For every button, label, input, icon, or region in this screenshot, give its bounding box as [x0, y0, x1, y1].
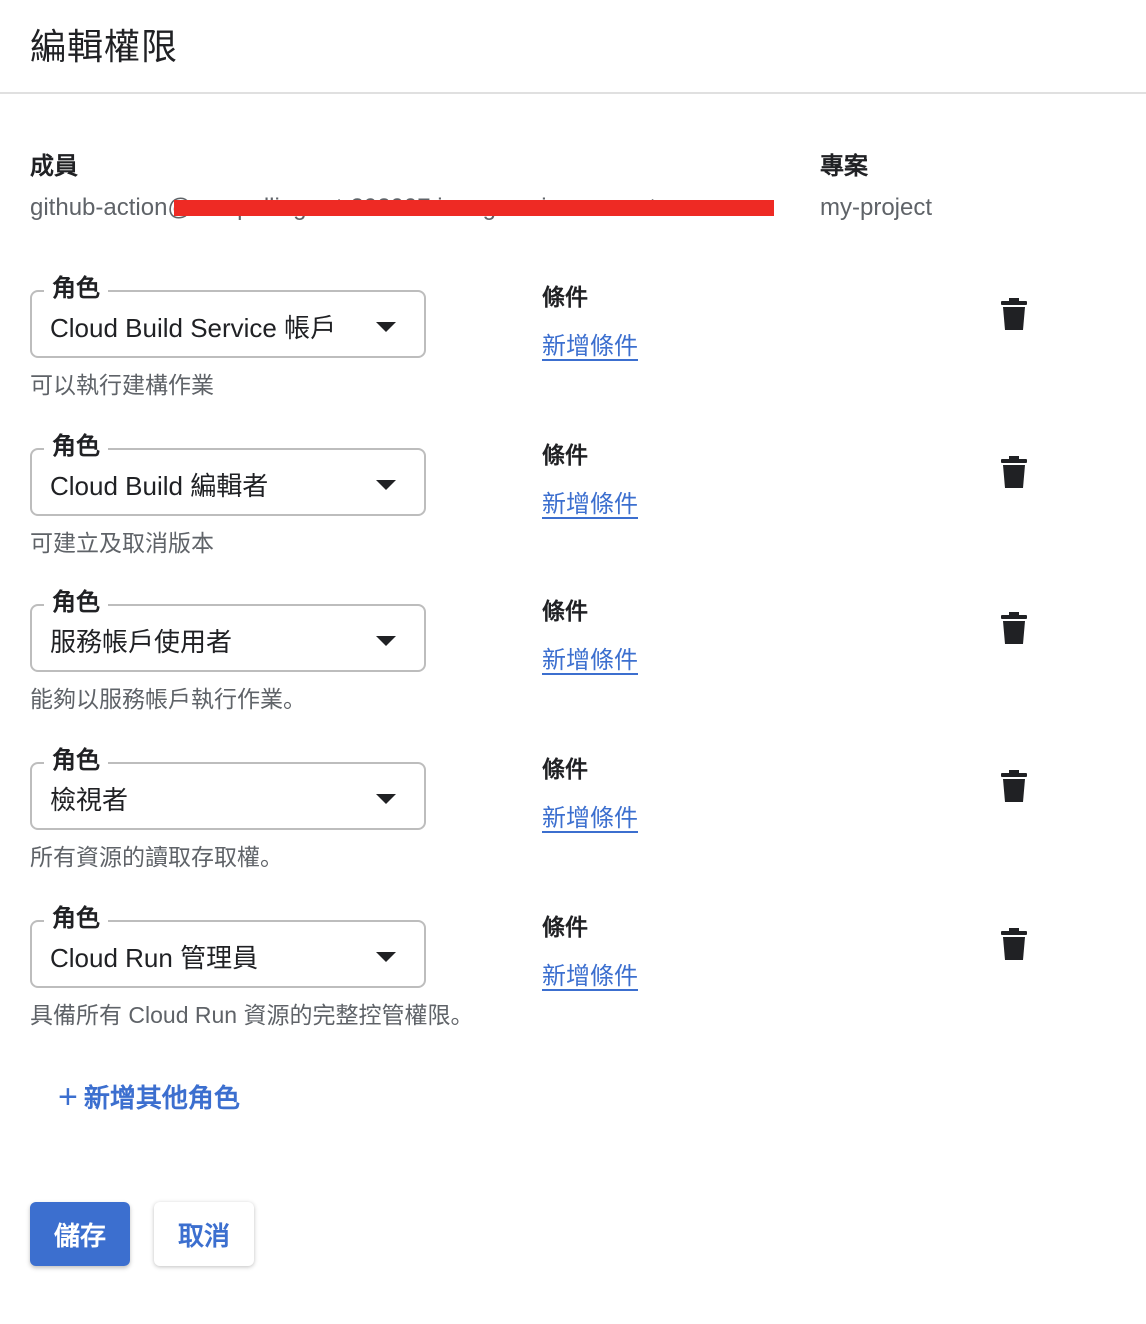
add-role-label: 新增其他角色	[83, 1083, 240, 1113]
condition-label: 條件	[542, 284, 588, 310]
chevron-down-icon	[376, 952, 396, 962]
role-row: 角色 Cloud Run 管理員 具備所有 Cloud Run 資源的完整控管權…	[0, 888, 1146, 1046]
role-select-value: Cloud Build Service 帳戶	[50, 313, 337, 343]
role-select-value: 檢視者	[50, 785, 129, 815]
role-select-value: Cloud Build 編輯者	[50, 471, 269, 501]
project-label: 專案	[820, 153, 868, 180]
trash-icon[interactable]	[1000, 456, 1028, 488]
header-divider	[0, 92, 1146, 94]
chevron-down-icon	[376, 794, 396, 804]
trash-icon[interactable]	[1000, 298, 1028, 330]
add-condition-link[interactable]: 新增條件	[542, 956, 638, 991]
role-select[interactable]: 角色 Cloud Run 管理員	[30, 902, 426, 988]
chevron-down-icon	[376, 636, 396, 646]
redaction-mark	[174, 200, 774, 216]
chevron-down-icon	[376, 480, 396, 490]
role-description: 能夠以服務帳戶執行作業。	[30, 686, 306, 712]
add-condition-link[interactable]: 新增條件	[542, 640, 638, 675]
chevron-down-icon	[376, 322, 396, 332]
condition-label: 條件	[542, 914, 588, 940]
add-condition-link[interactable]: 新增條件	[542, 484, 638, 519]
add-role-button[interactable]: + 新增其他角色	[58, 1078, 240, 1115]
role-select[interactable]: 角色 Cloud Build Service 帳戶	[30, 272, 426, 358]
save-button[interactable]: 儲存	[30, 1202, 130, 1266]
trash-icon[interactable]	[1000, 928, 1028, 960]
role-select[interactable]: 角色 服務帳戶使用者	[30, 586, 426, 672]
role-row: 角色 服務帳戶使用者 能夠以服務帳戶執行作業。 條件 新增條件	[0, 572, 1146, 730]
project-value: my-project	[820, 194, 933, 221]
role-select-legend: 角色	[44, 586, 108, 620]
trash-icon[interactable]	[1000, 770, 1028, 802]
role-description: 所有資源的讀取存取權。	[30, 844, 283, 870]
role-row: 角色 Cloud Build 編輯者 可建立及取消版本 條件 新增條件	[0, 416, 1146, 574]
add-condition-link[interactable]: 新增條件	[542, 798, 638, 833]
role-row: 角色 Cloud Build Service 帳戶 可以執行建構作業 條件 新增…	[0, 258, 1146, 416]
member-label: 成員	[30, 153, 78, 180]
condition-label: 條件	[542, 442, 588, 468]
role-description: 可建立及取消版本	[30, 530, 214, 556]
trash-icon[interactable]	[1000, 612, 1028, 644]
role-select[interactable]: 角色 Cloud Build 編輯者	[30, 430, 426, 516]
dialog-title: 編輯權限	[30, 26, 179, 67]
cancel-button[interactable]: 取消	[154, 1202, 254, 1266]
add-condition-link[interactable]: 新增條件	[542, 326, 638, 361]
role-description: 可以執行建構作業	[30, 372, 214, 398]
condition-label: 條件	[542, 598, 588, 624]
role-select-legend: 角色	[44, 430, 108, 464]
role-select[interactable]: 角色 檢視者	[30, 744, 426, 830]
role-select-value: 服務帳戶使用者	[50, 627, 233, 657]
role-description: 具備所有 Cloud Run 資源的完整控管權限。	[30, 1002, 474, 1028]
role-select-legend: 角色	[44, 902, 108, 936]
plus-icon: +	[58, 1077, 78, 1116]
role-select-legend: 角色	[44, 272, 108, 306]
role-select-value: Cloud Run 管理員	[50, 943, 259, 973]
condition-label: 條件	[542, 756, 588, 782]
role-select-legend: 角色	[44, 744, 108, 778]
role-row: 角色 檢視者 所有資源的讀取存取權。 條件 新增條件	[0, 730, 1146, 888]
